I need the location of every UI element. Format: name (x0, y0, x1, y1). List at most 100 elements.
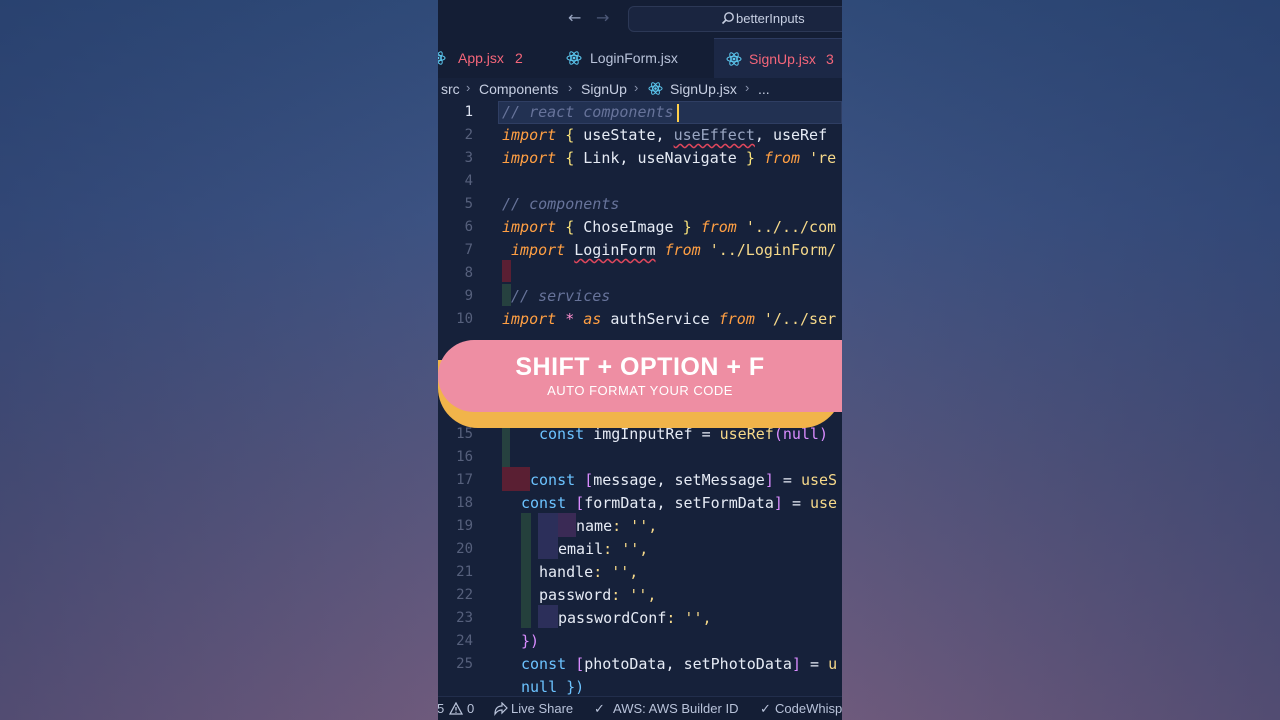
react-icon (648, 82, 663, 95)
code-line[interactable]: 10 import * as authService from '/../ser (438, 308, 842, 331)
breadcrumb: src › Components › SignUp › SignUp.jsx ›… (438, 78, 842, 100)
background-right (842, 0, 1280, 720)
tab-label: App.jsx (458, 50, 504, 66)
chevron-right-icon: › (568, 80, 573, 95)
code-line[interactable]: 2 import { useState, useEffect, useRef (438, 124, 842, 147)
line-number: 6 (464, 219, 473, 235)
code-line[interactable]: 21 handle: '', (438, 561, 842, 584)
code-value: : '', (612, 517, 658, 535)
code-punct: , (619, 149, 629, 167)
code-line[interactable]: 5 // components (438, 193, 842, 216)
breadcrumb-item[interactable]: Components (479, 81, 558, 97)
live-share-button[interactable]: Live Share (511, 701, 573, 716)
tab-label: SignUp.jsx (749, 51, 816, 67)
code-string: 're (809, 149, 837, 167)
code-line[interactable]: 19 name: '', (438, 515, 842, 538)
code-comment: // react components (502, 103, 674, 121)
code-line[interactable]: 9 // services (438, 285, 842, 308)
code-operator: * (565, 310, 575, 328)
background-left (0, 0, 438, 720)
editor-tabs: App.jsx 2 LoginForm.jsx SignUp.jsx 3 (438, 38, 842, 79)
code-line[interactable]: 22 password: '', (438, 584, 842, 607)
code-line[interactable]: 18 const [formData, setFormData] = use (438, 492, 842, 515)
code-line[interactable]: 25 const [photoData, setPhotoData] = u (438, 653, 842, 676)
code-line[interactable]: 17 const [message, setMessage] = useS (438, 469, 842, 492)
codewhisperer-status[interactable]: CodeWhisp (775, 701, 842, 716)
code-line[interactable]: 23 passwordConf: '', (438, 607, 842, 630)
code-punct: , (656, 471, 666, 489)
chevron-right-icon: › (466, 80, 471, 95)
code-operator: = (791, 494, 801, 512)
code-bracket: [ (584, 471, 594, 489)
code-text: import * as authService from '/../ser (502, 310, 836, 328)
back-arrow-icon[interactable]: ← (568, 8, 581, 27)
status-bar: 5 0 Live Share ✓ AWS: AWS Builder ID ✓ C… (438, 696, 842, 720)
code-line[interactable]: 6 import { ChoseImage } from '../../com (438, 216, 842, 239)
warning-count[interactable]: 0 (467, 701, 474, 716)
line-number: 18 (456, 495, 473, 511)
code-identifier-unused: useEffect (673, 126, 755, 144)
code-line[interactable]: null }) (438, 676, 842, 696)
code-brace: { (565, 126, 575, 144)
line-number: 8 (464, 265, 473, 281)
tab-loginform-jsx[interactable]: LoginForm.jsx (558, 38, 708, 78)
code-line[interactable]: 4 (438, 170, 842, 193)
code-text: const [message, setMessage] = useS (530, 471, 837, 489)
breadcrumb-item[interactable]: SignUp (581, 81, 627, 97)
code-line[interactable]: 20 email: '', (438, 538, 842, 561)
banner-title: SHIFT + OPTION + F (515, 353, 765, 381)
code-brace: } (682, 218, 692, 236)
tab-signup-jsx[interactable]: SignUp.jsx 3 (714, 38, 842, 79)
command-center-search[interactable]: betterInputs (628, 6, 842, 32)
code-text: import { Link, useNavigate } from 're (502, 149, 836, 167)
code-line[interactable]: 3 import { Link, useNavigate } from 're (438, 147, 842, 170)
editor-window: ← → betterInputs App.jsx 2 LoginForm.jsx… (438, 0, 842, 720)
search-icon (721, 12, 734, 25)
code-text: const [photoData, setPhotoData] = u (521, 655, 837, 673)
line-number: 3 (464, 150, 473, 166)
code-keyword: from (700, 218, 737, 236)
code-text: const [formData, setFormData] = use (521, 494, 837, 512)
code-text: import { ChoseImage } from '../../com (502, 218, 836, 236)
title-bar: ← → betterInputs (438, 0, 842, 38)
error-count[interactable]: 5 (438, 701, 444, 716)
code-property: email (558, 540, 604, 558)
code-function: use (810, 494, 838, 512)
code-identifier: ChoseImage (583, 218, 674, 236)
search-label: betterInputs (736, 11, 805, 26)
line-number: 5 (464, 196, 473, 212)
code-line[interactable]: 8 (438, 262, 842, 285)
line-number: 21 (456, 564, 473, 580)
breadcrumb-item[interactable]: src (441, 81, 460, 97)
breadcrumb-item[interactable]: ... (758, 81, 770, 97)
code-identifier: useState (583, 126, 656, 144)
chevron-right-icon: › (634, 80, 639, 95)
code-function: useS (800, 471, 838, 489)
code-function: u (828, 655, 838, 673)
breadcrumb-item[interactable]: SignUp.jsx (670, 81, 737, 97)
code-line[interactable]: 1 // react components (438, 101, 842, 124)
code-punct: , (655, 126, 665, 144)
code-property: passwordConf (558, 609, 667, 627)
code-text: passwordConf: '', (558, 609, 712, 627)
line-number: 25 (456, 656, 473, 672)
code-string: '/../ser (763, 310, 837, 328)
code-text: }) (521, 632, 540, 650)
code-brace: { (565, 149, 575, 167)
code-value: : '', (603, 540, 649, 558)
forward-arrow-icon[interactable]: → (596, 8, 609, 27)
code-identifier: setFormData (674, 494, 774, 512)
aws-connection[interactable]: AWS: AWS Builder ID (613, 701, 738, 716)
line-number: 19 (456, 518, 473, 534)
code-text: email: '', (558, 540, 648, 558)
code-punct: , (754, 126, 764, 144)
chevron-right-icon: › (745, 80, 750, 95)
check-icon: ✓ (760, 701, 771, 716)
code-value: : '', (666, 609, 712, 627)
code-line[interactable]: 7 import LoginForm from '../LoginForm/ (438, 239, 842, 262)
code-bracket: [ (575, 494, 585, 512)
code-line[interactable]: 24 }) (438, 630, 842, 653)
code-line[interactable]: 16 (438, 446, 842, 469)
code-identifier: Link (583, 149, 620, 167)
tab-app-jsx[interactable]: App.jsx 2 (438, 38, 538, 78)
